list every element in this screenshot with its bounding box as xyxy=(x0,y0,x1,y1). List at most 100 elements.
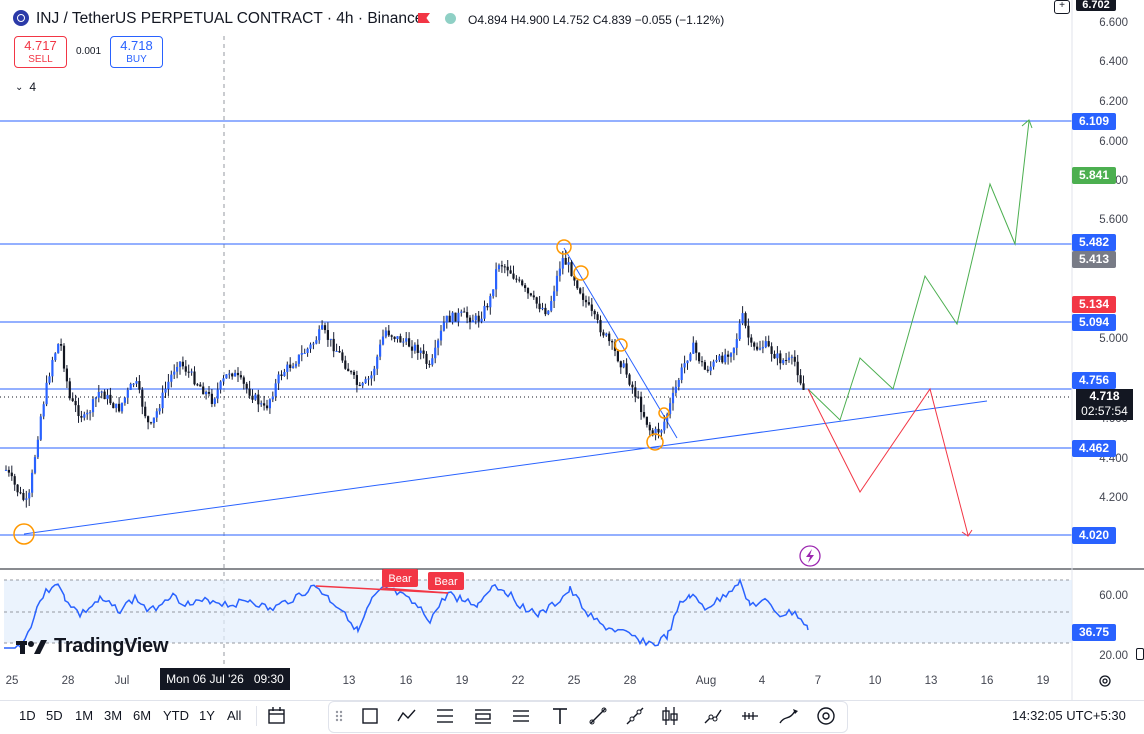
range-ytd[interactable]: YTD xyxy=(163,708,189,723)
candle-body xyxy=(732,347,735,354)
ascending-trendline xyxy=(23,400,988,535)
candle-body xyxy=(176,366,179,372)
bear-divergence-label: Bear xyxy=(382,569,418,587)
candle-body xyxy=(190,371,193,373)
range-1m[interactable]: 1M xyxy=(75,708,93,723)
candle-body xyxy=(793,356,796,362)
candle-body xyxy=(112,403,115,409)
candle-body xyxy=(60,344,63,346)
price-range-icon[interactable] xyxy=(472,705,494,727)
rsi-value-label: 36.75 xyxy=(1072,624,1116,641)
zoom-plus-icon[interactable]: + xyxy=(1054,0,1070,14)
candle-body xyxy=(567,262,570,265)
candle-body xyxy=(57,344,60,354)
price-tick: 4.200 xyxy=(1099,492,1128,504)
candle-body xyxy=(500,265,503,267)
candle-body xyxy=(671,392,675,404)
candle-body xyxy=(321,325,324,330)
candle-body xyxy=(115,403,118,409)
candle-body xyxy=(39,416,42,440)
main-chart[interactable]: Bear Bear xyxy=(0,0,1144,700)
range-all[interactable]: All xyxy=(227,708,241,723)
candle-body xyxy=(477,315,480,322)
trendline-tool-icon[interactable] xyxy=(624,705,646,727)
brush-draw-icon[interactable] xyxy=(777,705,799,727)
calendar-icon[interactable] xyxy=(266,705,288,727)
chart-settings-icon[interactable] xyxy=(1098,674,1112,688)
candle-body xyxy=(280,374,283,377)
candle-body xyxy=(184,366,187,372)
range-1d[interactable]: 1D xyxy=(19,708,36,723)
candle-body xyxy=(750,337,753,343)
scroll-handle[interactable] xyxy=(1136,648,1144,660)
candle-body xyxy=(234,372,237,377)
candle-body xyxy=(80,416,83,418)
candle-body xyxy=(103,391,106,400)
rectangle-tool-icon[interactable] xyxy=(359,705,381,727)
candle-body xyxy=(257,394,260,405)
candle-body xyxy=(799,375,802,384)
candle-body xyxy=(306,348,309,353)
time-tick: 25 xyxy=(5,675,19,687)
rsi-tick: 20.00 xyxy=(1099,650,1128,662)
candle-body xyxy=(22,492,25,500)
candle-body xyxy=(28,492,31,499)
candle-body xyxy=(4,469,8,471)
candle-body xyxy=(611,341,614,343)
long-position-icon[interactable] xyxy=(659,705,681,727)
path-tool-icon[interactable] xyxy=(702,705,724,727)
candle-body xyxy=(802,383,805,390)
candle-body xyxy=(410,346,414,351)
fib-tool-icon[interactable] xyxy=(434,705,456,727)
price-tick: 6.400 xyxy=(1099,56,1128,68)
range-3m[interactable]: 3M xyxy=(104,708,122,723)
range-1y[interactable]: 1Y xyxy=(199,708,215,723)
candle-body xyxy=(518,279,521,281)
candle-body xyxy=(721,355,724,363)
candle-body xyxy=(596,314,599,320)
candle-body xyxy=(94,397,97,400)
candle-body xyxy=(674,386,677,393)
drag-handle-icon[interactable] xyxy=(334,705,356,727)
candle-body xyxy=(268,399,271,409)
tradingview-logo[interactable]: TradingView xyxy=(16,635,168,658)
candle-body xyxy=(489,296,492,308)
range-5d[interactable]: 5D xyxy=(46,708,63,723)
candle-body xyxy=(663,421,666,431)
candle-body xyxy=(123,397,126,403)
candle-body xyxy=(544,307,547,315)
time-tick: 25 xyxy=(567,675,581,687)
parallel-channel-icon[interactable] xyxy=(510,705,532,727)
target-icon[interactable] xyxy=(815,705,837,727)
candle-body xyxy=(245,383,248,389)
candle-body xyxy=(538,303,541,310)
candle-body xyxy=(193,371,196,385)
price-label-level: 4.462 xyxy=(1072,440,1116,457)
candle-body xyxy=(744,313,747,326)
price-tick: 6.200 xyxy=(1099,96,1128,108)
brush-tool-icon[interactable] xyxy=(587,705,609,727)
range-6m[interactable]: 6M xyxy=(133,708,151,723)
candle-body xyxy=(161,392,164,409)
candle-body xyxy=(364,379,367,384)
measure-tool-icon[interactable] xyxy=(739,705,761,727)
pattern-tool-icon[interactable] xyxy=(396,705,418,727)
candle-body xyxy=(381,336,385,345)
candle-body xyxy=(10,472,13,477)
rsi-tick: 60.00 xyxy=(1099,590,1128,602)
candle-body xyxy=(619,361,622,368)
price-tick: 5.000 xyxy=(1099,333,1128,345)
clock-timezone[interactable]: 14:32:05 UTC+5:30 xyxy=(1012,708,1126,723)
candle-body xyxy=(274,383,277,397)
candle-body xyxy=(289,364,292,368)
candle-body xyxy=(541,307,544,310)
candle-body xyxy=(645,416,648,425)
candle-body xyxy=(445,315,448,323)
candle-body xyxy=(555,275,559,292)
candle-body xyxy=(118,403,121,412)
candle-body xyxy=(361,383,364,386)
candle-body xyxy=(692,342,695,354)
candle-body xyxy=(135,381,138,384)
text-tool-icon[interactable] xyxy=(549,705,571,727)
candle-body xyxy=(486,305,489,308)
